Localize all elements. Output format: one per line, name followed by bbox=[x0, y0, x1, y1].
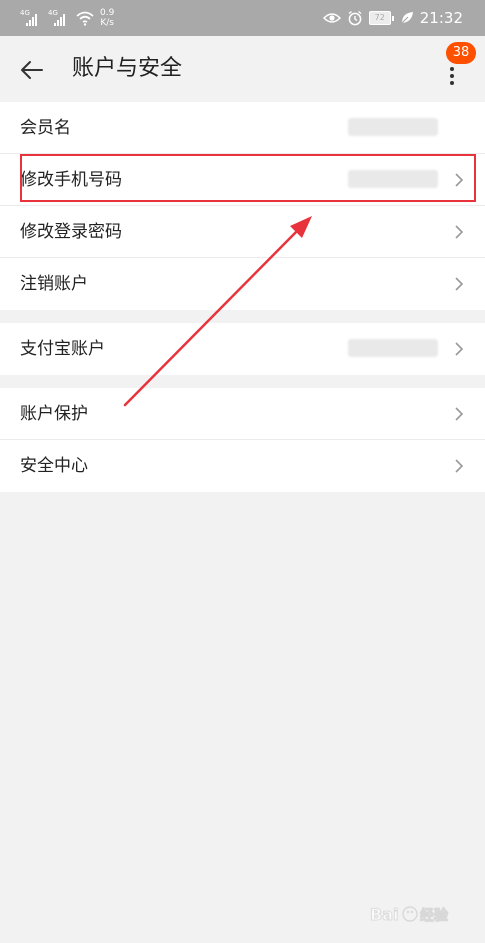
account-settings-group: 会员名 修改手机号码 修改登录密码 注销账户 bbox=[0, 102, 485, 310]
row-label: 支付宝账户 bbox=[20, 339, 105, 359]
row-label: 账户保护 bbox=[20, 404, 88, 424]
security-group: 账户保护 安全中心 bbox=[0, 388, 485, 492]
signal-icon-2: 4G bbox=[48, 10, 70, 26]
row-label: 注销账户 bbox=[20, 274, 88, 294]
watermark-logo: Bai 经验 bbox=[370, 905, 449, 925]
network-speed: 0.9 K/s bbox=[100, 8, 114, 28]
wifi-icon bbox=[76, 11, 94, 26]
row-change-phone[interactable]: 修改手机号码 bbox=[0, 154, 485, 206]
row-label: 会员名 bbox=[20, 118, 71, 138]
status-left: 4G 4G 0.9 K/s bbox=[20, 0, 114, 36]
row-label: 修改手机号码 bbox=[20, 170, 122, 190]
row-close-account[interactable]: 注销账户 bbox=[0, 258, 485, 310]
masked-value bbox=[348, 170, 438, 188]
row-alipay-account[interactable]: 支付宝账户 bbox=[0, 323, 485, 375]
status-right: 72 21:32 bbox=[322, 0, 463, 36]
row-label: 修改登录密码 bbox=[20, 222, 122, 242]
row-security-center[interactable]: 安全中心 bbox=[0, 440, 485, 492]
row-account-protection[interactable]: 账户保护 bbox=[0, 388, 485, 440]
svg-text:Bai: Bai bbox=[370, 905, 398, 924]
leaf-icon bbox=[401, 12, 413, 24]
notification-badge: 38 bbox=[446, 42, 476, 64]
alipay-group: 支付宝账户 bbox=[0, 323, 485, 375]
more-vertical-icon bbox=[450, 67, 454, 71]
network-speed-unit: K/s bbox=[100, 18, 114, 28]
back-button[interactable] bbox=[14, 52, 50, 88]
chevron-right-icon bbox=[455, 277, 464, 291]
alarm-icon bbox=[348, 10, 362, 26]
eye-icon bbox=[322, 13, 341, 23]
clock: 21:32 bbox=[419, 9, 463, 27]
row-label: 安全中心 bbox=[20, 456, 88, 476]
app-header: 账户与安全 bbox=[0, 36, 485, 102]
chevron-right-icon bbox=[455, 407, 464, 421]
battery-indicator: 72 bbox=[368, 11, 394, 25]
chevron-right-icon bbox=[455, 225, 464, 239]
chevron-right-icon bbox=[455, 173, 464, 187]
masked-value bbox=[348, 118, 438, 136]
masked-value bbox=[348, 339, 438, 357]
status-bar: 4G 4G 0.9 K/s 72 21:32 bbox=[0, 0, 485, 36]
page-title: 账户与安全 bbox=[72, 56, 183, 81]
row-change-password[interactable]: 修改登录密码 bbox=[0, 206, 485, 258]
chevron-right-icon bbox=[455, 342, 464, 356]
arrow-left-icon bbox=[21, 61, 43, 79]
row-member-name[interactable]: 会员名 bbox=[0, 102, 485, 154]
svg-text:经验: 经验 bbox=[420, 907, 449, 924]
network-speed-value: 0.9 bbox=[100, 8, 115, 18]
chevron-right-icon bbox=[455, 459, 464, 473]
battery-level: 72 bbox=[368, 11, 391, 25]
signal-icon: 4G bbox=[20, 10, 42, 26]
